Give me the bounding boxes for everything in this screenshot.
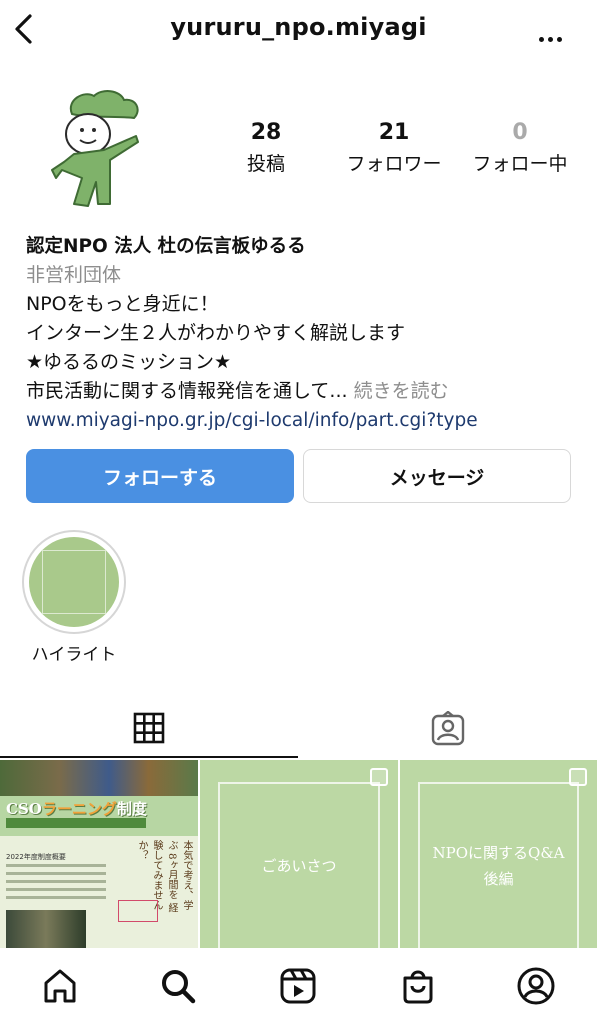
tab-posts-grid[interactable] [0, 700, 298, 758]
followers-count-label: フォロワー [346, 153, 442, 175]
nav-profile[interactable] [516, 966, 556, 1006]
profile-avatar[interactable] [44, 86, 154, 211]
post-3-text-frame: NPOに関するQ&A 後編 [418, 782, 579, 948]
followers-count[interactable]: 21 フォロワー [334, 120, 454, 176]
post-3-text-line-2: 後編 [483, 870, 514, 888]
shop-icon [403, 970, 433, 1004]
post-1-year: 2022年度制度概要 [6, 853, 66, 861]
highlight-label: ハイライト [31, 645, 117, 665]
bio-line-4: 市民活動に関する情報発信を通して... [26, 380, 348, 402]
posts-count[interactable]: 28 投稿 [206, 120, 326, 176]
posts-count-label: 投稿 [246, 153, 285, 175]
profile-stats: 28 投稿 21 フォロワー 0 フォロー中 [220, 120, 580, 180]
bio-line-2: インターン生２人がわかりやすく解説します [26, 322, 406, 344]
post-tile-2[interactable]: ごあいさつ [200, 760, 398, 948]
bottom-navigation [0, 948, 597, 1024]
posts-count-value: 28 [250, 120, 282, 145]
posts-grid: CSOラーニング制度 2022年度制度概要 本気で考え、学ぶ 8ヶ月間を 経験し… [0, 760, 597, 948]
home-icon [44, 969, 76, 1003]
bio-line-3: ★ゆるるのミッション★ [26, 351, 232, 373]
following-count-label: フォロー中 [472, 153, 568, 175]
nav-reels[interactable] [278, 966, 318, 1006]
post-1-photo-bottom [6, 910, 86, 948]
profile-icon [517, 967, 555, 1005]
bio-line-4-wrap: 市民活動に関する情報発信を通して... 続きを読む [26, 377, 586, 406]
tagged-person-icon [431, 711, 465, 746]
reels-icon [280, 968, 316, 1004]
post-tile-1[interactable]: CSOラーニング制度 2022年度制度概要 本気で考え、学ぶ 8ヶ月間を 経験し… [0, 760, 198, 948]
highlight-cover-frame [42, 550, 106, 614]
profile-website-link[interactable]: www.miyagi-npo.gr.jp/cgi-local/info/part… [26, 406, 586, 435]
post-3-text-line-1: NPOに関するQ&A [432, 844, 565, 862]
tab-tagged[interactable] [299, 700, 597, 758]
post-1-poster: CSOラーニング制度 2022年度制度概要 本気で考え、学ぶ 8ヶ月間を 経験し… [0, 760, 198, 948]
search-icon [162, 970, 196, 1004]
following-count[interactable]: 0 フォロー中 [460, 120, 580, 176]
following-count-value: 0 [512, 120, 528, 145]
mascot-avatar-image [51, 90, 139, 207]
nav-home[interactable] [40, 966, 80, 1006]
followers-count-value: 21 [378, 120, 410, 145]
profile-category: 非営利団体 [26, 264, 122, 286]
profile-header: yururu_npo.miyagi [0, 0, 597, 60]
profile-display-name: 認定NPO 法人 杜の伝言板ゆるる [26, 236, 306, 257]
highlight-cover [29, 537, 119, 627]
profile-username: yururu_npo.miyagi [170, 13, 427, 41]
read-more-link[interactable]: 続きを読む [354, 380, 449, 402]
story-highlight[interactable]: ハイライト [22, 530, 126, 665]
follow-button[interactable]: フォローする [26, 449, 294, 503]
more-horizontal-icon [539, 27, 566, 46]
profile-bio: 認定NPO 法人 杜の伝言板ゆるる 非営利団体 NPOをもっと身近に！ インター… [26, 232, 586, 435]
profile-tabs [0, 700, 597, 758]
nav-search[interactable] [158, 966, 198, 1006]
bio-line-1: NPOをもっと身近に！ [26, 293, 219, 315]
grid-icon [133, 712, 165, 744]
more-options-button[interactable] [539, 27, 569, 42]
post-2-text: ごあいさつ [218, 782, 380, 948]
nav-shop[interactable] [398, 966, 438, 1006]
post-1-title: CSOラーニング制度 [6, 800, 147, 818]
highlight-ring [22, 530, 126, 634]
message-button[interactable]: メッセージ [303, 449, 571, 503]
post-tile-3[interactable]: NPOに関するQ&A 後編 [400, 760, 597, 948]
post-1-photo-strip [0, 760, 198, 796]
